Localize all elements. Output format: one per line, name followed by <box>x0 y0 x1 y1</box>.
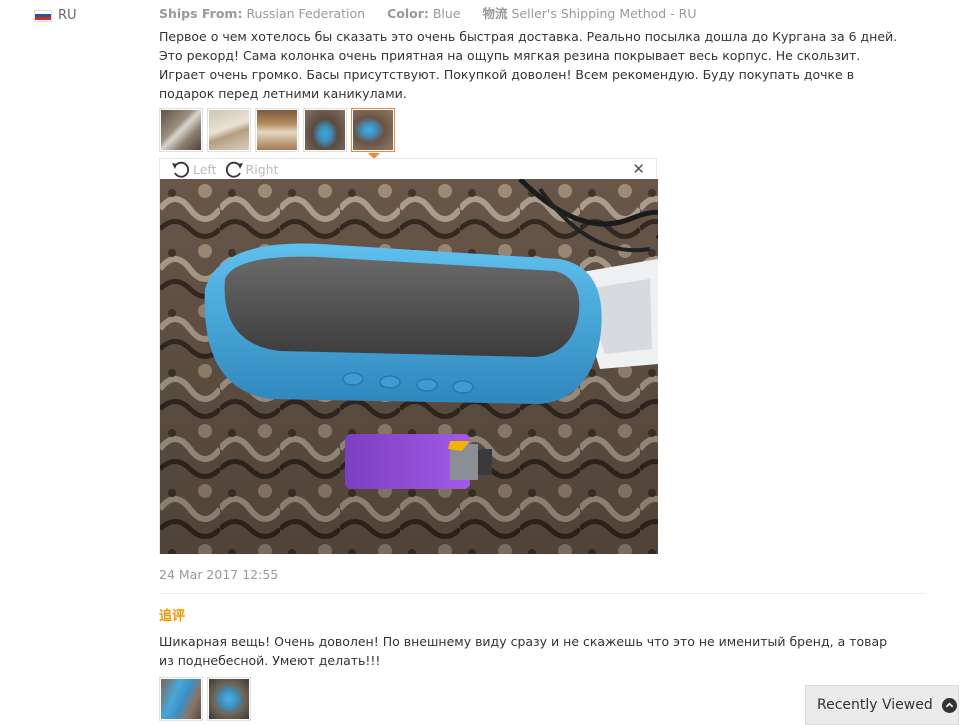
thumbnail-image <box>161 110 201 150</box>
thumbnail-image <box>257 110 297 150</box>
recently-viewed-label: Recently Viewed <box>817 697 933 713</box>
shipping-label: 物流 <box>482 6 508 21</box>
review-page: RU Ships From: Russian Federation Color:… <box>0 0 961 725</box>
review-meta: Ships From: Russian Federation Color: Bl… <box>159 3 697 22</box>
ships-from-label: Ships From: <box>159 6 243 21</box>
review-date: 24 Mar 2017 12:55 <box>159 567 279 582</box>
thumbnail-image <box>161 679 201 719</box>
russia-flag-icon <box>34 9 52 22</box>
shipping-value: Seller's Shipping Method - RU <box>511 6 697 21</box>
followup-text: Шикарная вещь! Очень доволен! По внешнем… <box>159 634 888 668</box>
review-text: Первое о чем хотелось бы сказать это оче… <box>159 29 898 101</box>
review-thumbnail-active[interactable] <box>351 108 395 159</box>
review-thumbnail[interactable] <box>159 108 203 152</box>
rotate-left-button[interactable]: Left <box>170 159 217 179</box>
thumbnail-image <box>353 110 393 150</box>
followup-thumbnail[interactable] <box>207 677 251 721</box>
ships-from-value: Russian Federation <box>246 6 366 21</box>
divider <box>159 593 925 594</box>
rotate-left-label: Left <box>193 161 217 177</box>
rotate-right-button[interactable]: Right <box>223 159 279 179</box>
rotate-left-icon <box>172 161 190 178</box>
color-value: Blue <box>432 6 461 21</box>
review-thumbnail[interactable] <box>303 108 347 152</box>
thumbnail-image <box>305 110 345 150</box>
rotate-right-icon <box>225 161 243 178</box>
image-viewer: Left Right ✕ <box>159 158 658 554</box>
close-icon[interactable]: ✕ <box>632 162 645 177</box>
reviewer-country: RU <box>34 8 77 23</box>
recently-viewed-button[interactable]: Recently Viewed <box>805 685 959 725</box>
review-thumbnails <box>159 108 395 159</box>
followup-label: 追评 <box>159 609 186 624</box>
review-thumbnail[interactable] <box>207 108 251 152</box>
viewer-toolbar: Left Right ✕ <box>160 159 656 179</box>
followup-thumbnail[interactable] <box>159 677 203 721</box>
chevron-up-circle-icon <box>941 697 957 713</box>
thumbnail-image <box>209 110 249 150</box>
rotate-right-label: Right <box>245 161 279 177</box>
followup-thumbnails <box>159 677 251 721</box>
country-code: RU <box>58 8 77 23</box>
review-photo <box>160 179 658 554</box>
review-thumbnail[interactable] <box>255 108 299 152</box>
thumbnail-image <box>209 679 249 719</box>
color-label: Color: <box>387 6 429 21</box>
